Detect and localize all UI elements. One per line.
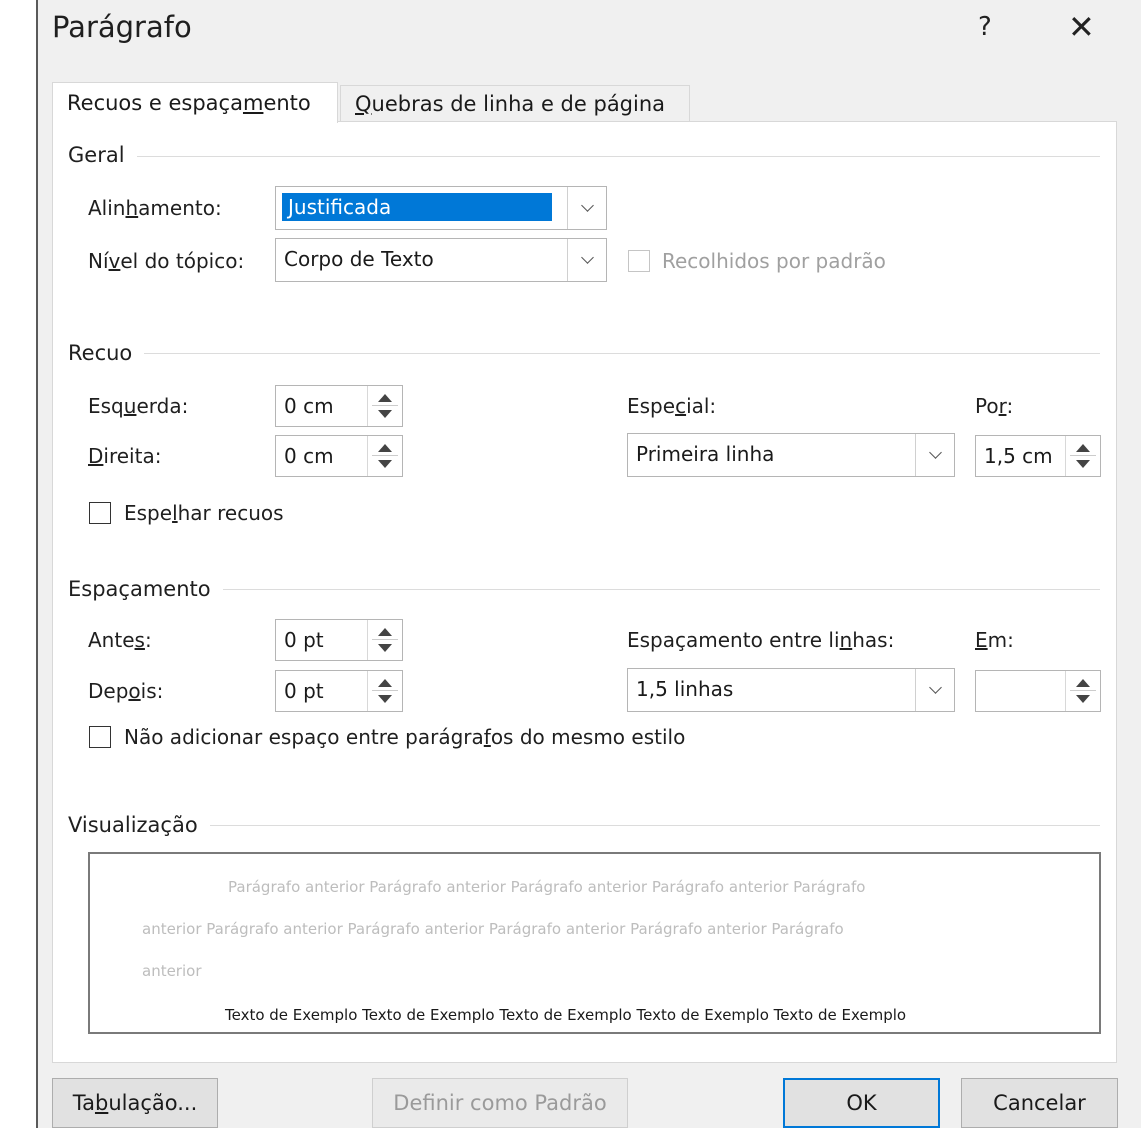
spacing-before-spinner[interactable]: 0 pt (275, 619, 403, 661)
arrow-up-icon (378, 444, 392, 452)
ok-button[interactable]: OK (783, 1078, 940, 1128)
dont-add-space-checkbox[interactable] (89, 726, 111, 748)
alignment-label: Alinhamento: (88, 196, 222, 220)
chevron-down-icon[interactable] (567, 239, 606, 281)
dont-add-space-label: Não adicionar espaço entre parágrafos do… (124, 725, 686, 749)
special-indent-select[interactable]: Primeira linha (627, 433, 955, 477)
section-title-general: Geral (68, 143, 137, 167)
spinner-buttons[interactable] (367, 386, 402, 426)
section-divider (70, 156, 1100, 157)
indent-left-value: 0 cm (284, 394, 334, 418)
arrow-up-icon (378, 628, 392, 636)
arrow-up-icon (378, 679, 392, 687)
dialog-title: Parágrafo (52, 10, 192, 44)
preview-sample-text: Texto de Exemplo Texto de Exemplo Texto … (225, 1006, 907, 1024)
help-button[interactable]: ? (978, 12, 992, 42)
arrow-up-icon (378, 394, 392, 402)
spacing-after-label: Depois: (88, 679, 164, 703)
preview-previous-line: anterior Parágrafo anterior Parágrafo an… (142, 920, 844, 938)
special-indent-label: Especial: (627, 394, 717, 418)
indent-right-value: 0 cm (284, 444, 334, 468)
chevron-down-icon[interactable] (567, 187, 606, 229)
indent-by-spinner[interactable]: 1,5 cm (975, 435, 1101, 477)
section-divider (70, 353, 1100, 354)
alignment-select[interactable]: Justificada (275, 186, 607, 230)
collapsed-by-default-checkbox[interactable] (628, 250, 650, 272)
mirror-indents-label: Espelhar recuos (124, 501, 284, 525)
spacing-after-value: 0 pt (284, 679, 324, 703)
spacing-before-label: Antes: (88, 628, 152, 652)
tabs-button[interactable]: Tabulação... (52, 1078, 218, 1128)
line-spacing-at-spinner[interactable] (975, 670, 1101, 712)
spinner-buttons[interactable] (1065, 436, 1100, 476)
section-title-preview: Visualização (68, 813, 210, 837)
outline-level-label: Nível do tópico: (88, 249, 245, 273)
indent-left-spinner[interactable]: 0 cm (275, 385, 403, 427)
outline-level-select[interactable]: Corpo de Texto (275, 238, 607, 282)
set-as-default-button[interactable]: Definir como Padrão (372, 1078, 628, 1128)
arrow-down-icon (1076, 695, 1090, 703)
indent-right-spinner[interactable]: 0 cm (275, 435, 403, 477)
outline-level-value: Corpo de Texto (284, 247, 434, 271)
indent-by-value: 1,5 cm (984, 444, 1053, 468)
arrow-down-icon (378, 410, 392, 418)
indent-left-label: Esquerda: (88, 394, 189, 418)
line-spacing-at-label: Em: (975, 628, 1014, 652)
arrow-up-icon (1076, 444, 1090, 452)
section-title-indentation: Recuo (68, 341, 145, 365)
collapsed-by-default-label: Recolhidos por padrão (662, 249, 886, 273)
spinner-buttons[interactable] (367, 436, 402, 476)
spinner-buttons[interactable] (1065, 671, 1100, 711)
section-divider (70, 589, 1100, 590)
chevron-down-icon[interactable] (915, 434, 954, 476)
spacing-before-value: 0 pt (284, 628, 324, 652)
arrow-down-icon (378, 695, 392, 703)
special-indent-value: Primeira linha (636, 442, 775, 466)
preview-previous-line: Parágrafo anterior Parágrafo anterior Pa… (228, 878, 866, 896)
section-divider (70, 825, 1100, 826)
arrow-up-icon (1076, 679, 1090, 687)
line-spacing-value: 1,5 linhas (636, 677, 734, 701)
spinner-buttons[interactable] (367, 620, 402, 660)
alignment-value: Justificada (282, 193, 552, 221)
arrow-down-icon (378, 460, 392, 468)
cancel-button[interactable]: Cancelar (961, 1078, 1118, 1128)
close-icon[interactable]: ✕ (1068, 8, 1095, 46)
arrow-down-icon (378, 644, 392, 652)
line-spacing-label: Espaçamento entre linhas: (627, 628, 895, 652)
spacing-after-spinner[interactable]: 0 pt (275, 670, 403, 712)
line-spacing-select[interactable]: 1,5 linhas (627, 668, 955, 712)
chevron-down-icon[interactable] (915, 669, 954, 711)
preview-previous-line: anterior (142, 962, 202, 980)
background-window-edge (0, 0, 38, 1128)
indent-by-label: Por: (975, 394, 1014, 418)
indent-right-label: Direita: (88, 444, 162, 468)
tab-line-and-page-breaks[interactable]: Quebras de linha e de página (340, 85, 690, 121)
tab-indents-and-spacing[interactable]: Recuos e espaçamento (52, 82, 338, 123)
mirror-indents-checkbox[interactable] (89, 502, 111, 524)
section-title-spacing: Espaçamento (68, 577, 223, 601)
arrow-down-icon (1076, 460, 1090, 468)
spinner-buttons[interactable] (367, 671, 402, 711)
